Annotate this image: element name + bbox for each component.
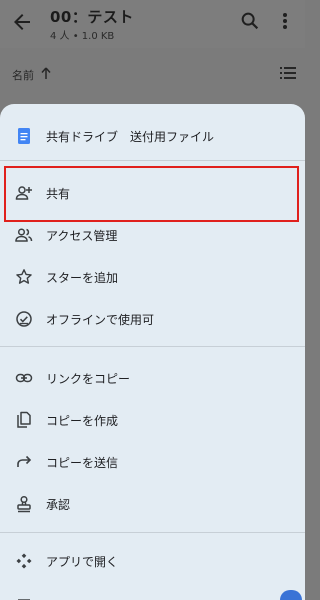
back-arrow-icon[interactable] [10, 10, 34, 34]
menu-item-add-star[interactable]: スターを追加 [0, 257, 305, 297]
menu-item-label: スターを追加 [46, 271, 119, 285]
search-icon[interactable] [239, 10, 261, 32]
arrow-up-icon[interactable] [40, 66, 52, 80]
menu-item-make-copy[interactable]: コピーを作成 [0, 400, 305, 440]
file-subtitle: 4 人 • 1.0 KB [50, 31, 115, 42]
menu-item-label: リンクをコピー [46, 372, 131, 386]
star-outline-icon [16, 269, 32, 284]
sheet-header: 共有ドライブ 送付用ファイル [0, 116, 305, 156]
menu-item-label: コピーを送信 [46, 456, 119, 470]
menu-item-approval[interactable]: 承認 [0, 484, 305, 524]
approval-stamp-icon [17, 495, 31, 513]
offline-check-icon [16, 311, 32, 327]
menu-item-label: 承認 [46, 498, 71, 512]
copy-file-icon [17, 411, 31, 428]
sheet-header-label: 共有ドライブ 送付用ファイル [46, 130, 215, 144]
menu-item-label: アクセス管理 [46, 229, 118, 243]
divider [0, 160, 305, 161]
app-bar: 00：テスト 4 人 • 1.0 KB [0, 0, 305, 48]
menu-item-offline[interactable]: オフラインで使用可 [0, 299, 305, 339]
menu-item-copy-link[interactable]: リンクをコピー [0, 358, 305, 398]
next-item-icon [18, 599, 30, 600]
menu-item-open-with[interactable]: アプリで開く [0, 541, 305, 581]
menu-item-send-copy[interactable]: コピーを送信 [0, 442, 305, 482]
more-vert-icon[interactable] [276, 10, 294, 32]
forward-arrow-icon [17, 455, 32, 467]
menu-item-label: コピーを作成 [46, 414, 119, 428]
link-icon [15, 373, 33, 383]
menu-item-label: アプリで開く [46, 555, 119, 569]
divider [0, 532, 305, 533]
divider [0, 346, 305, 347]
sort-bar: 名前 [0, 48, 305, 98]
doc-icon [18, 128, 30, 144]
sort-label[interactable]: 名前 [12, 67, 34, 83]
open-with-icon [16, 553, 32, 569]
list-view-icon[interactable] [280, 66, 296, 80]
people-icon [15, 228, 33, 242]
file-title: 00：テスト [50, 8, 134, 26]
menu-item-label: オフラインで使用可 [46, 313, 155, 327]
highlight-annotation [4, 166, 299, 222]
